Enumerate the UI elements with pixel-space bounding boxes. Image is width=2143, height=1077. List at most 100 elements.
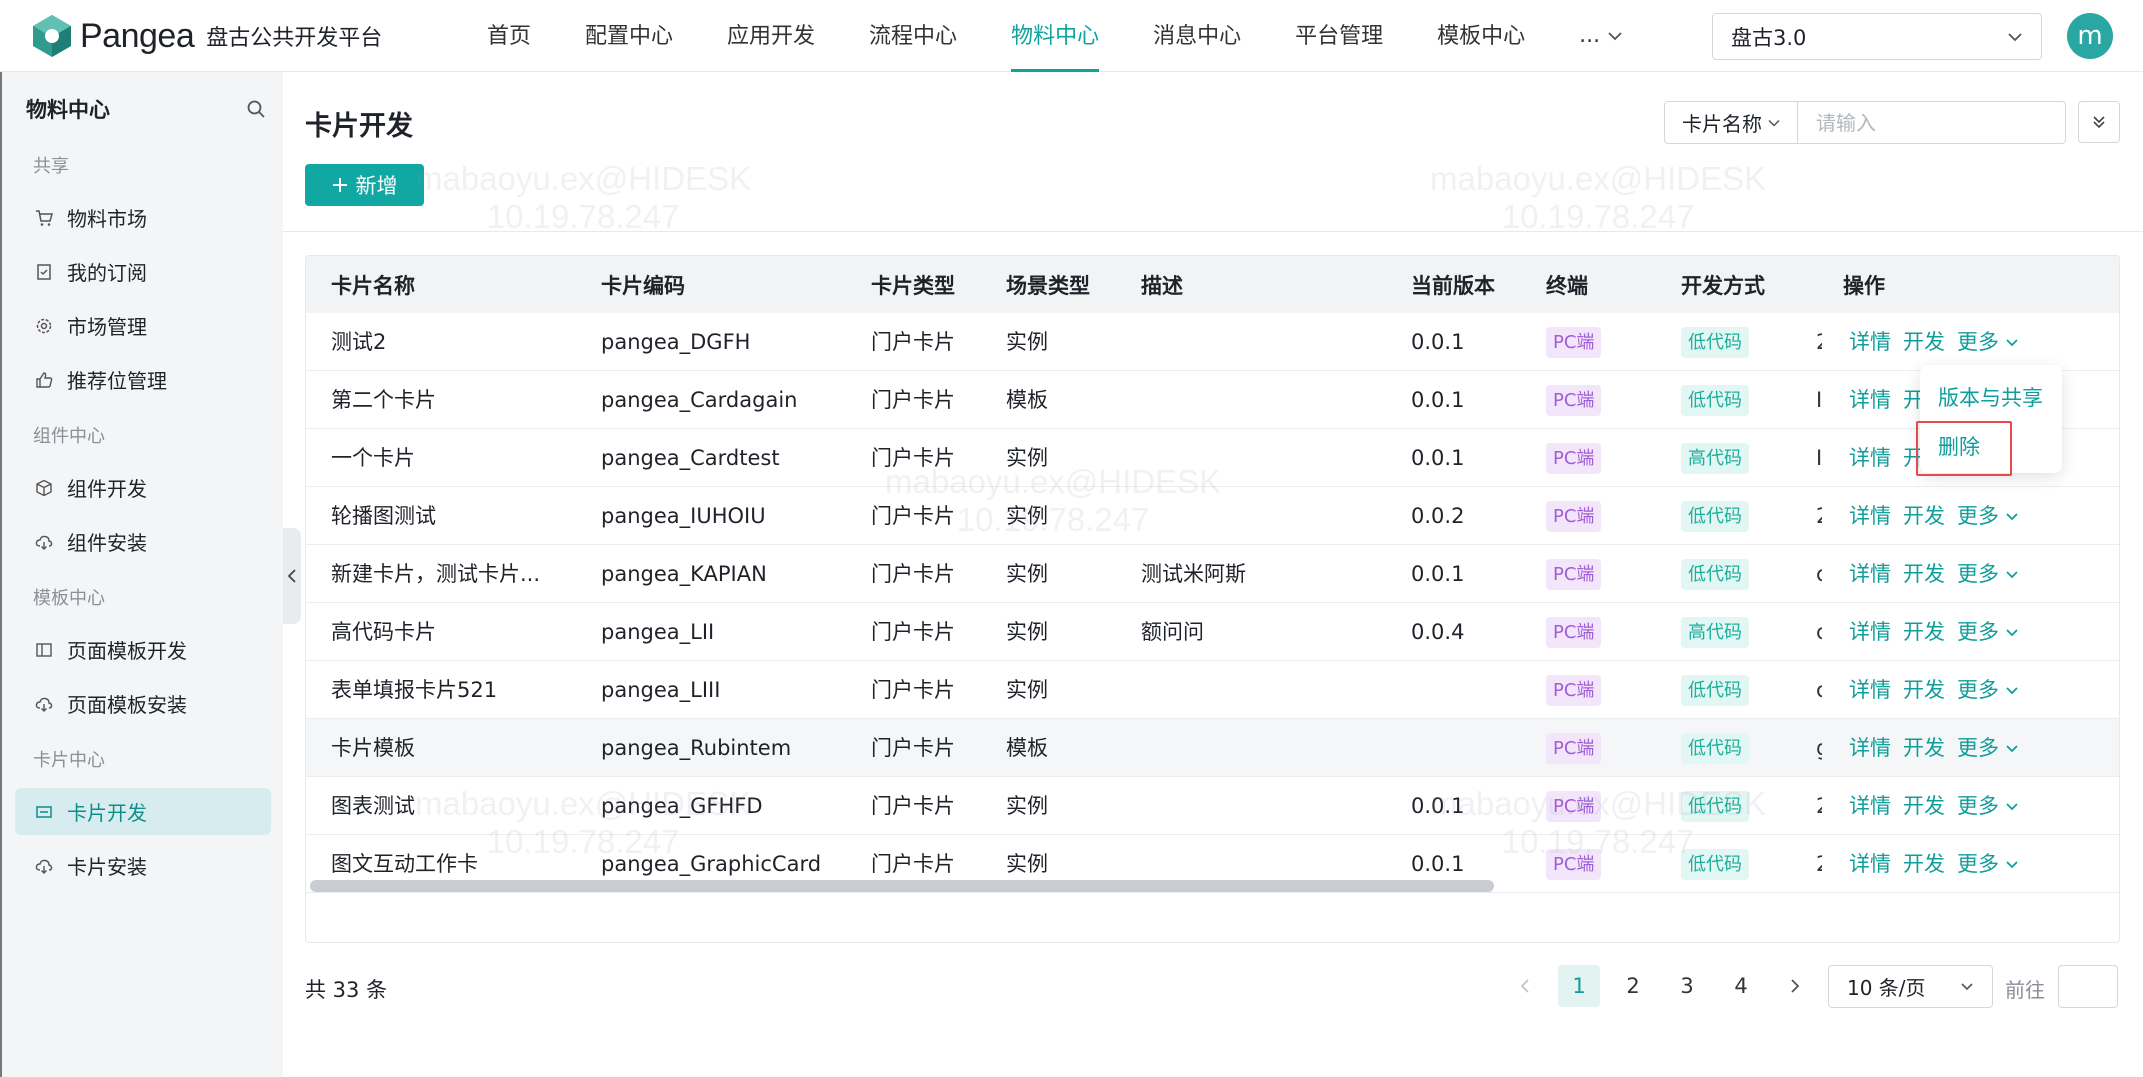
cell-truncated: c	[1816, 545, 1822, 603]
develop-link[interactable]: 开发	[1903, 661, 1945, 719]
cell-truncated: 2	[1816, 835, 1822, 893]
sidebar-collapse-button[interactable]	[283, 528, 301, 624]
expand-filter-button[interactable]	[2078, 101, 2120, 143]
cell-truncated: g	[1816, 719, 1822, 777]
detail-link[interactable]: 详情	[1849, 661, 1891, 719]
logo-text: Pangea	[80, 16, 195, 55]
horizontal-scrollbar[interactable]	[310, 880, 1494, 892]
detail-link[interactable]: 详情	[1849, 313, 1891, 371]
thumbs-up-icon	[35, 371, 53, 389]
terminal-badge: PC端	[1546, 385, 1602, 416]
sidebar-item-card-dev[interactable]: 卡片开发	[15, 788, 271, 835]
terminal-badge: PC端	[1546, 849, 1602, 880]
sidebar-item-card-install[interactable]: 卡片安装	[15, 842, 271, 889]
detail-link[interactable]: 详情	[1849, 835, 1891, 893]
cell-card-type: 门户卡片	[871, 736, 955, 760]
detail-link[interactable]: 详情	[1849, 777, 1891, 835]
page-button-1[interactable]: 1	[1558, 965, 1600, 1007]
develop-link[interactable]: 开发	[1903, 545, 1945, 603]
column-header-version[interactable]: 当前版本	[1411, 256, 1495, 313]
sidebar-item-page-template-dev[interactable]: 页面模板开发	[15, 626, 271, 673]
sidebar-item-label: 推荐位管理	[67, 369, 167, 393]
develop-link[interactable]: 开发	[1903, 835, 1945, 893]
develop-link[interactable]: 开发	[1903, 719, 1945, 777]
cell-scene-type: 实例	[1006, 504, 1048, 528]
more-dropdown[interactable]: 更多	[1957, 661, 2019, 719]
more-dropdown[interactable]: 更多	[1957, 777, 2019, 835]
detail-link[interactable]: 详情	[1849, 429, 1891, 487]
cell-name: 表单填报卡片521	[331, 678, 498, 702]
nav-home[interactable]: 首页	[460, 0, 558, 72]
prev-page-button[interactable]	[1510, 965, 1540, 1007]
highlight-box	[1916, 421, 2012, 476]
nav-app-dev[interactable]: 应用开发	[700, 0, 842, 72]
nav-template-center[interactable]: 模板中心	[1410, 0, 1552, 72]
cell-name: 一个卡片	[331, 446, 415, 470]
environment-select[interactable]: 盘古3.0	[1712, 13, 2042, 60]
user-avatar[interactable]: m	[2067, 13, 2113, 59]
more-label: 更多	[1957, 794, 1999, 818]
sidebar-item-label: 市场管理	[67, 315, 147, 339]
cell-code: pangea_LII	[601, 620, 715, 644]
detail-link[interactable]: 详情	[1849, 603, 1891, 661]
detail-link[interactable]: 详情	[1849, 371, 1891, 429]
cell-version: 0.0.1	[1411, 388, 1465, 412]
more-dropdown[interactable]: 更多	[1957, 719, 2019, 777]
more-dropdown[interactable]: 更多	[1957, 603, 2019, 661]
sidebar-group-share: 共享	[33, 156, 69, 177]
develop-link[interactable]: 开发	[1903, 487, 1945, 545]
search-input[interactable]	[1798, 102, 2065, 143]
nav-config-center[interactable]: 配置中心	[558, 0, 700, 72]
add-button[interactable]: 新增	[305, 164, 424, 206]
chevron-left-icon	[287, 569, 296, 583]
column-header-desc[interactable]: 描述	[1141, 256, 1183, 313]
nav-message-center[interactable]: 消息中心	[1126, 0, 1268, 72]
nav-process-center[interactable]: 流程中心	[842, 0, 984, 72]
page-button-4[interactable]: 4	[1720, 965, 1762, 1007]
logo[interactable]: Pangea 盘古公共开发平台	[30, 12, 382, 60]
sidebar-item-market-manage[interactable]: 市场管理	[15, 302, 271, 349]
sidebar-item-component-dev[interactable]: 组件开发	[15, 464, 271, 511]
cell-card-type: 门户卡片	[871, 794, 955, 818]
detail-link[interactable]: 详情	[1849, 545, 1891, 603]
nav-material-center[interactable]: 物料中心	[984, 0, 1126, 72]
page-button-2[interactable]: 2	[1612, 965, 1654, 1007]
nav-more[interactable]: ...	[1552, 0, 1649, 72]
menu-item-version-share[interactable]: 版本与共享	[1938, 382, 2043, 412]
nav-platform-admin[interactable]: 平台管理	[1268, 0, 1410, 72]
page-size-select[interactable]: 10 条/页	[1828, 965, 1993, 1008]
cell-code: pangea_Rubintem	[601, 736, 792, 760]
column-header-card-type[interactable]: 卡片类型	[871, 256, 955, 313]
develop-link[interactable]: 开发	[1903, 313, 1945, 371]
more-dropdown[interactable]: 更多	[1957, 545, 2019, 603]
chevron-down-icon	[2008, 32, 2022, 41]
cell-truncated: 2	[1816, 777, 1822, 835]
chevron-down-icon	[2006, 744, 2018, 752]
sidebar-item-page-template-install[interactable]: 页面模板安装	[15, 680, 271, 727]
next-page-button[interactable]	[1780, 965, 1810, 1007]
cell-code: pangea_Cardtest	[601, 446, 780, 470]
detail-link[interactable]: 详情	[1849, 719, 1891, 777]
search-icon[interactable]	[246, 99, 266, 119]
more-dropdown[interactable]: 更多	[1957, 313, 2019, 371]
cell-desc: 额问问	[1141, 620, 1204, 644]
column-header-scene-type[interactable]: 场景类型	[1006, 256, 1090, 313]
more-dropdown[interactable]: 更多	[1957, 835, 2019, 893]
develop-link[interactable]: 开发	[1903, 777, 1945, 835]
column-header-name[interactable]: 卡片名称	[331, 256, 415, 313]
column-header-terminal[interactable]: 终端	[1546, 256, 1588, 313]
sidebar-item-component-install[interactable]: 组件安装	[15, 518, 271, 565]
sidebar-item-my-subscription[interactable]: 我的订阅	[15, 248, 271, 295]
page-button-3[interactable]: 3	[1666, 965, 1708, 1007]
sidebar-item-recommend[interactable]: 推荐位管理	[15, 356, 271, 403]
search-field-select[interactable]: 卡片名称	[1665, 102, 1798, 143]
column-header-dev-mode[interactable]: 开发方式	[1681, 256, 1765, 313]
sidebar-item-material-market[interactable]: 物料市场	[15, 194, 271, 241]
cell-code: pangea_Cardagain	[601, 388, 798, 412]
goto-page-input[interactable]	[2058, 965, 2118, 1008]
more-dropdown[interactable]: 更多	[1957, 487, 2019, 545]
detail-link[interactable]: 详情	[1849, 487, 1891, 545]
cell-version: 0.0.2	[1411, 504, 1465, 528]
column-header-code[interactable]: 卡片编码	[601, 256, 685, 313]
develop-link[interactable]: 开发	[1903, 603, 1945, 661]
